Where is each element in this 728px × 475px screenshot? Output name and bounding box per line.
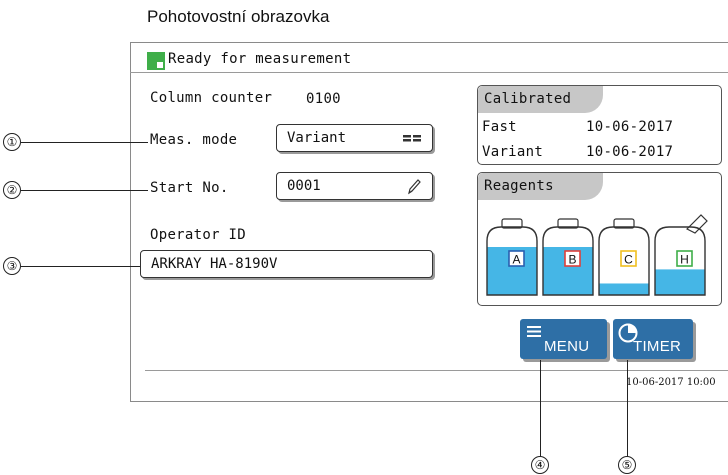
reagent-letter-b: B — [568, 253, 576, 267]
reagent-level-h — [655, 269, 705, 295]
callout-2: ② — [3, 181, 21, 199]
start-no-field[interactable]: 0001 — [276, 172, 433, 200]
callout-4-leader — [540, 360, 541, 457]
callout-3-leader — [21, 266, 140, 267]
timer-button[interactable]: TIMER — [613, 319, 693, 359]
page-caption: Pohotovostní obrazovka — [147, 7, 330, 26]
menu-icon — [527, 325, 543, 344]
callout-1-leader — [21, 142, 148, 143]
pencil-icon — [406, 173, 422, 208]
timer-button-label: TIMER — [633, 338, 682, 355]
column-counter-value: 0100 — [306, 91, 341, 107]
status-bar-divider — [130, 72, 728, 73]
menu-button[interactable]: MENU — [520, 319, 607, 359]
list-grid-icon — [402, 125, 422, 160]
callout-3: ③ — [3, 257, 21, 275]
operator-id-label: Operator ID — [150, 227, 247, 243]
reagent-bottles: ABCH — [486, 214, 708, 296]
calibrated-title: Calibrated — [478, 86, 603, 113]
reagent-bottle-cap-h — [685, 214, 708, 234]
operator-id-field[interactable]: ARKRAY HA-8190V — [140, 250, 433, 278]
menu-button-label: MENU — [544, 338, 590, 355]
start-no-label: Start No. — [150, 180, 229, 196]
footer-divider — [145, 370, 728, 371]
callout-2-leader — [21, 190, 148, 191]
meas-mode-label: Meas. mode — [150, 132, 238, 148]
status-text: Ready for measurement — [168, 51, 352, 67]
calibrated-mode-variant: Variant — [482, 144, 544, 160]
meas-mode-value: Variant — [287, 130, 347, 146]
start-no-value: 0001 — [287, 178, 321, 194]
reagent-letter-c: C — [624, 253, 633, 267]
callout-4: ④ — [531, 456, 549, 474]
calibrated-date-fast: 10-06-2017 — [586, 119, 674, 135]
callout-5-leader — [627, 360, 628, 457]
calibrated-mode-fast: Fast — [482, 119, 517, 135]
timestamp: 10-06-2017 10:00 — [626, 377, 716, 388]
column-counter-label: Column counter — [150, 90, 273, 106]
reagent-letter-h: H — [680, 253, 689, 267]
reagent-letter-a: A — [512, 253, 520, 267]
ready-status-icon — [147, 52, 165, 70]
calibrated-date-variant: 10-06-2017 — [586, 144, 674, 160]
meas-mode-field[interactable]: Variant — [276, 124, 433, 152]
operator-id-value: ARKRAY HA-8190V — [151, 256, 278, 272]
callout-1: ① — [3, 133, 21, 151]
callout-5: ⑤ — [618, 456, 636, 474]
reagent-level-c — [599, 283, 649, 295]
